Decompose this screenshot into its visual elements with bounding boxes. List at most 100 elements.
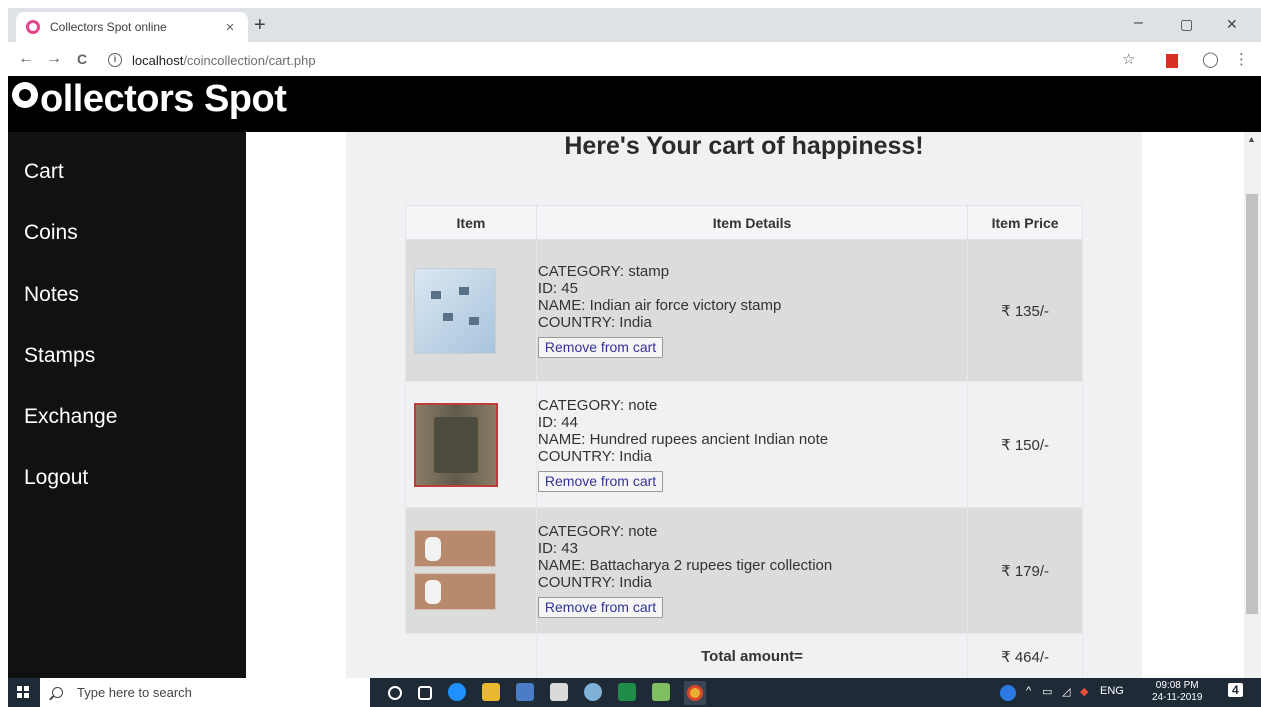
profile-icon[interactable]: ◯ xyxy=(1202,50,1219,68)
item-name: NAME: Hundred rupees ancient Indian note xyxy=(537,431,829,448)
item-thumbnail-cell xyxy=(405,507,537,634)
sidebar-item-stamps[interactable]: Stamps xyxy=(24,344,95,368)
item-id: ID: 45 xyxy=(537,280,578,297)
extension-icon[interactable] xyxy=(1166,54,1178,68)
help-icon[interactable] xyxy=(1000,685,1016,701)
page-title: Here's Your cart of happiness! xyxy=(564,132,924,160)
scrollbar-thumb[interactable] xyxy=(1246,194,1258,614)
clock-time: 09:08 PM xyxy=(1155,680,1199,691)
site-favicon-icon xyxy=(26,20,40,34)
bookmark-star-icon[interactable]: ☆ xyxy=(1122,50,1135,68)
browser-window: Collectors Spot online × + – ▢ ✕ ← → C i… xyxy=(0,0,1261,707)
close-window-icon[interactable]: ✕ xyxy=(1226,16,1238,33)
chrome-icon xyxy=(687,685,703,701)
mail-icon[interactable] xyxy=(550,683,568,701)
site-info-icon[interactable]: i xyxy=(108,53,122,67)
taskbar-search-input[interactable]: Type here to search xyxy=(40,678,370,707)
url-text: localhost/coincollection/cart.php xyxy=(132,53,316,68)
item-price: ₹ 150/- xyxy=(967,381,1083,508)
item-country: COUNTRY: India xyxy=(537,314,652,331)
column-header-price: Item Price xyxy=(967,205,1083,240)
taskbar-search-placeholder: Type here to search xyxy=(77,685,192,700)
remove-from-cart-button[interactable]: Remove from cart xyxy=(537,337,664,358)
url-host: localhost xyxy=(132,52,184,68)
item-country: COUNTRY: India xyxy=(537,448,652,465)
remove-from-cart-button[interactable]: Remove from cart xyxy=(537,597,664,618)
sidebar-item-coins[interactable]: Coins xyxy=(24,221,78,245)
item-details-cell: CATEGORY: note ID: 44 NAME: Hundred rupe… xyxy=(535,381,969,508)
item-thumbnail-cell xyxy=(405,381,537,508)
item-id: ID: 44 xyxy=(537,414,578,431)
item-thumbnail-cell xyxy=(405,239,537,382)
infinity-app-icon[interactable] xyxy=(584,683,602,701)
back-arrow-icon[interactable]: ← xyxy=(14,50,38,68)
sidebar-item-notes[interactable]: Notes xyxy=(24,283,79,307)
scroll-up-arrow-icon[interactable]: ▲ xyxy=(1247,134,1256,144)
total-row: Total amount= ₹ 464/- xyxy=(406,633,1083,680)
item-category: CATEGORY: note xyxy=(537,397,658,414)
tab-title: Collectors Spot online xyxy=(50,20,167,34)
sidebar-item-exchange[interactable]: Exchange xyxy=(24,405,117,429)
site-logo[interactable]: ollectors Spot xyxy=(12,78,287,121)
column-header-item: Item xyxy=(405,205,537,240)
item-name: NAME: Indian air force victory stamp xyxy=(537,297,782,314)
edge-browser-icon[interactable] xyxy=(448,683,466,701)
forward-arrow-icon[interactable]: → xyxy=(42,50,66,68)
task-view-icon[interactable] xyxy=(418,686,432,700)
notification-center-icon[interactable]: 4 xyxy=(1228,683,1243,697)
item-price: ₹ 179/- xyxy=(967,507,1083,634)
logo-text: ollectors Spot xyxy=(40,78,287,120)
item-details-cell: CATEGORY: stamp ID: 45 NAME: Indian air … xyxy=(535,239,969,382)
item-country: COUNTRY: India xyxy=(537,574,652,591)
os-taskbar: Type here to search ^ ▭ ◿ ◆ ENG 09:08 PM… xyxy=(8,678,1261,707)
minimize-icon[interactable]: – xyxy=(1134,14,1143,32)
tray-chevron-up-icon[interactable]: ^ xyxy=(1026,685,1031,697)
file-explorer-icon[interactable] xyxy=(482,683,500,701)
table-header-row: Item Item Details Item Price xyxy=(405,205,1083,240)
reload-icon[interactable]: C xyxy=(70,51,94,67)
site-header: ollectors Spot xyxy=(8,76,1261,132)
url-path: /coincollection/cart.php xyxy=(183,52,316,68)
restore-icon[interactable]: ▢ xyxy=(1180,16,1193,33)
table-row: CATEGORY: stamp ID: 45 NAME: Indian air … xyxy=(405,239,1083,382)
item-id: ID: 43 xyxy=(537,540,578,557)
tab-close-icon[interactable]: × xyxy=(222,19,238,36)
note-pair-thumbnail xyxy=(414,529,496,612)
new-tab-button[interactable]: + xyxy=(254,14,266,37)
logo-coin-icon xyxy=(12,82,38,108)
item-name: NAME: Battacharya 2 rupees tiger collect… xyxy=(537,557,833,574)
browser-toolbar: ← → C i localhost/coincollection/cart.ph… xyxy=(8,42,1261,76)
tab-strip: Collectors Spot online × + – ▢ ✕ xyxy=(8,8,1261,42)
sidebar-nav: Cart Coins Notes Stamps Exchange Logout xyxy=(8,132,246,678)
item-details-cell: CATEGORY: note ID: 43 NAME: Battacharya … xyxy=(535,507,969,634)
wifi-icon[interactable]: ◿ xyxy=(1062,685,1070,698)
excel-icon[interactable] xyxy=(618,683,636,701)
item-category: CATEGORY: stamp xyxy=(537,263,670,280)
remove-from-cart-button[interactable]: Remove from cart xyxy=(537,471,664,492)
note-thumbnail xyxy=(414,402,498,487)
sidebar-item-logout[interactable]: Logout xyxy=(24,466,88,490)
language-indicator[interactable]: ENG xyxy=(1100,685,1124,697)
chrome-taskbar-tile[interactable] xyxy=(684,681,706,705)
table-row: CATEGORY: note ID: 44 NAME: Hundred rupe… xyxy=(405,381,1083,508)
stamp-thumbnail xyxy=(414,267,496,354)
address-bar[interactable]: i localhost/coincollection/cart.php xyxy=(108,48,316,72)
total-amount: ₹ 464/- xyxy=(967,633,1083,680)
sidebar-item-cart[interactable]: Cart xyxy=(24,160,64,184)
clock-date: 24-11-2019 xyxy=(1152,692,1203,703)
table-row: CATEGORY: note ID: 43 NAME: Battacharya … xyxy=(405,507,1083,634)
column-header-details: Item Details xyxy=(535,205,969,240)
windows-start-icon[interactable] xyxy=(17,686,29,698)
browser-menu-icon[interactable]: ⋮ xyxy=(1234,50,1249,68)
system-clock[interactable]: 09:08 PM 24-11-2019 xyxy=(1152,680,1202,704)
browser-tab[interactable]: Collectors Spot online × xyxy=(16,12,248,42)
photos-icon[interactable] xyxy=(652,683,670,701)
dropbox-icon[interactable] xyxy=(516,683,534,701)
item-price: ₹ 135/- xyxy=(967,239,1083,382)
battery-icon[interactable]: ▭ xyxy=(1042,685,1052,698)
total-label: Total amount= xyxy=(535,633,969,680)
network-alert-icon[interactable]: ◆ xyxy=(1080,685,1088,698)
search-icon xyxy=(52,687,63,698)
cortana-icon[interactable] xyxy=(388,686,402,700)
item-category: CATEGORY: note xyxy=(537,523,658,540)
